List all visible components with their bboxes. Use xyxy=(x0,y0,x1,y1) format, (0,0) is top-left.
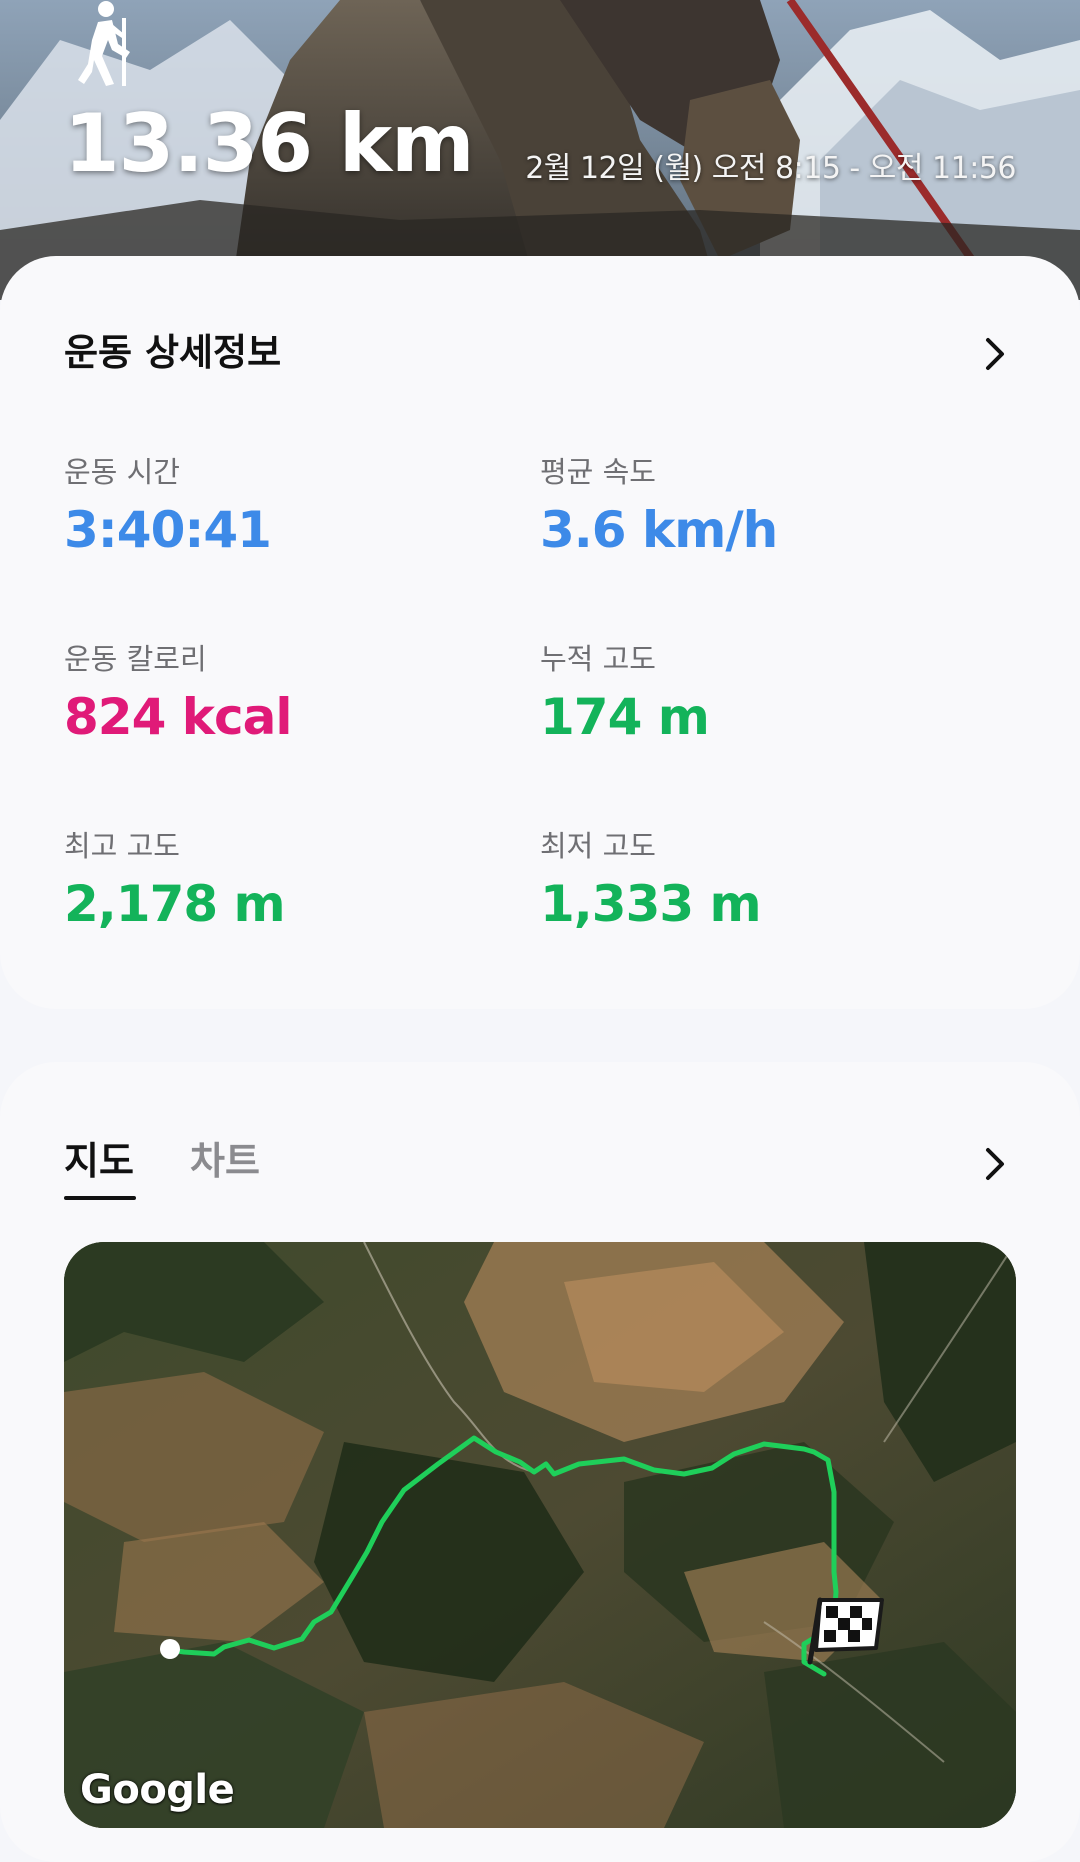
stat-average-speed: 평균 속도 3.6 km/h xyxy=(540,455,960,559)
workout-details-title: 운동 상세정보 xyxy=(64,331,282,374)
tab-chart[interactable]: 차트 xyxy=(190,1142,260,1180)
stat-elevation-gain: 누적 고도 174 m xyxy=(540,642,960,746)
stat-label: 최고 고도 xyxy=(64,829,180,863)
stat-label: 누적 고도 xyxy=(540,642,656,676)
stat-label: 운동 칼로리 xyxy=(64,642,207,676)
stat-workout-time: 운동 시간 3:40:41 xyxy=(64,455,484,559)
stat-value: 3:40:41 xyxy=(64,501,272,559)
chevron-right-icon[interactable] xyxy=(976,1144,1016,1184)
stat-value: 824 kcal xyxy=(64,688,293,746)
chevron-right-icon[interactable] xyxy=(976,334,1016,374)
satellite-map-image xyxy=(64,1242,1016,1828)
activity-date-range: 2월 12일 (월) 오전 8:15 - 오전 11:56 xyxy=(525,151,1016,186)
total-distance: 13.36 km xyxy=(64,97,474,190)
stat-max-elevation: 최고 고도 2,178 m xyxy=(64,829,484,933)
route-map[interactable]: Google xyxy=(64,1242,1016,1828)
start-marker xyxy=(160,1639,180,1659)
tab-map[interactable]: 지도 xyxy=(64,1142,134,1180)
stat-value: 2,178 m xyxy=(64,875,286,933)
tab-selected-indicator xyxy=(64,1196,136,1200)
stat-value: 3.6 km/h xyxy=(540,501,778,559)
stat-label: 평균 속도 xyxy=(540,455,656,489)
google-logo: Google xyxy=(80,1767,235,1813)
hero-banner: 13.36 km 2월 12일 (월) 오전 8:15 - 오전 11:56 xyxy=(0,0,1080,300)
stat-value: 174 m xyxy=(540,688,710,746)
stat-value: 1,333 m xyxy=(540,875,762,933)
stat-calories: 운동 칼로리 824 kcal xyxy=(64,642,484,746)
workout-details-card: 운동 상세정보 운동 시간 3:40:41 평균 속도 3.6 km/h 운동 … xyxy=(0,256,1080,1009)
stat-min-elevation: 최저 고도 1,333 m xyxy=(540,829,960,933)
stat-label: 최저 고도 xyxy=(540,829,656,863)
stat-label: 운동 시간 xyxy=(64,455,180,489)
hiking-icon xyxy=(78,1,130,86)
map-chart-card: 지도 차트 Google xyxy=(0,1062,1080,1862)
